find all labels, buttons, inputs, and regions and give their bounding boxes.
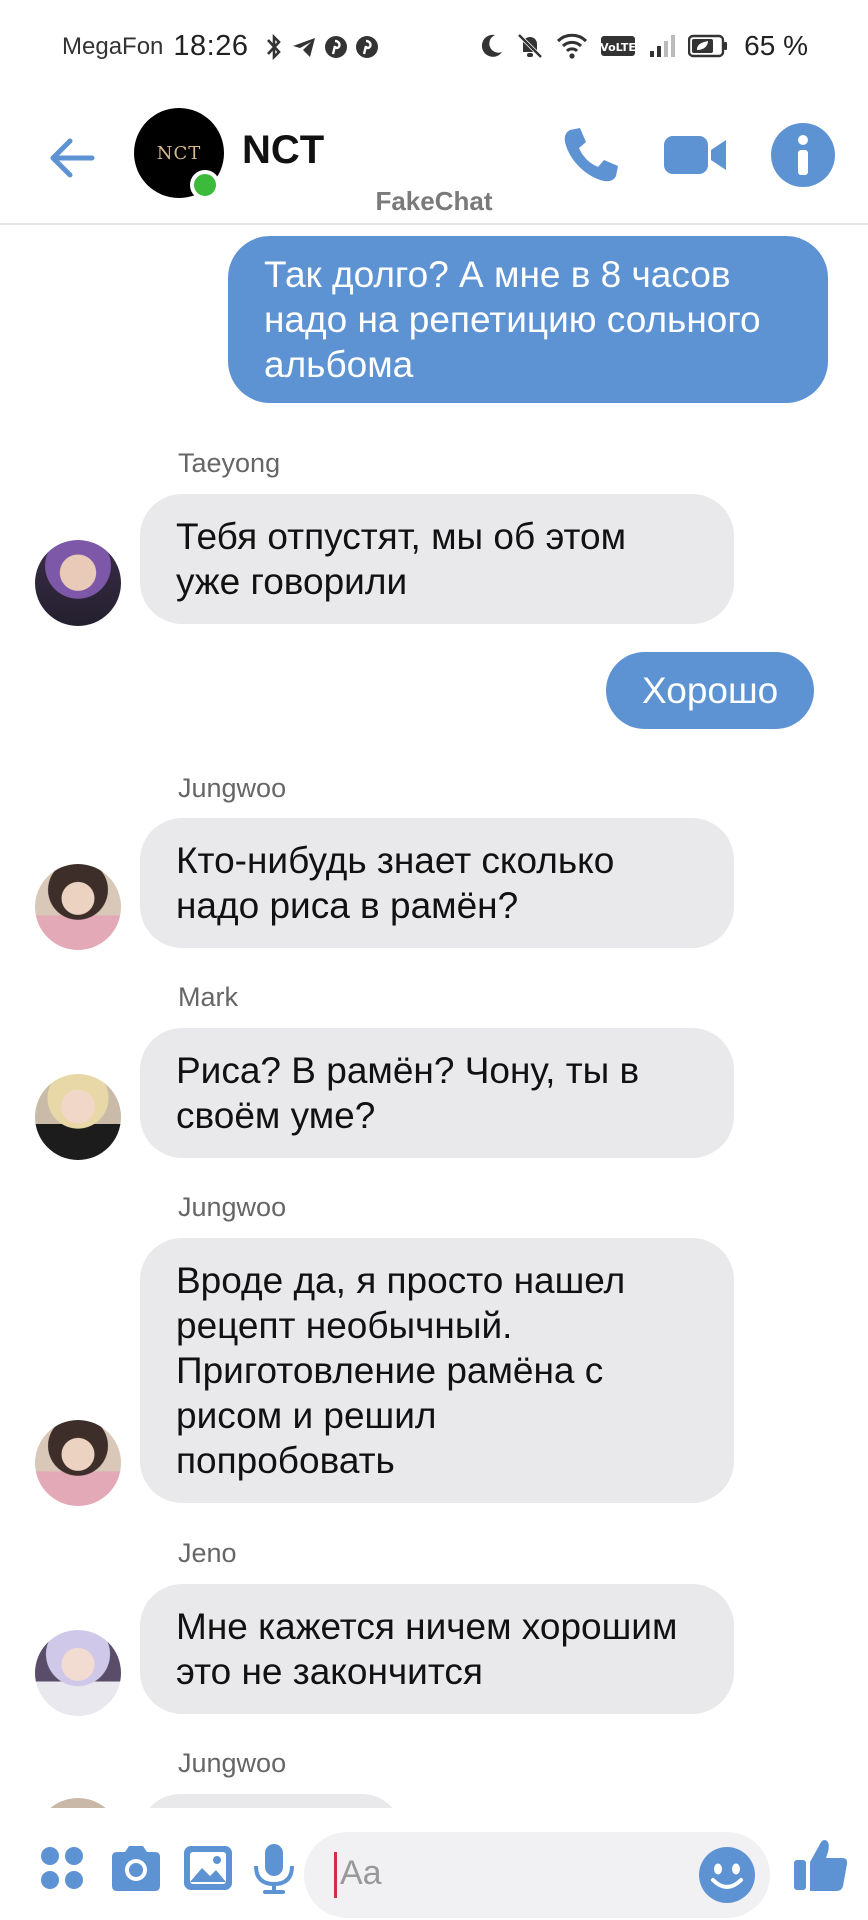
- sender-name: Taeyong: [178, 448, 281, 478]
- camera-icon[interactable]: [108, 1840, 164, 1896]
- volte-icon: VoLTE: [600, 36, 636, 56]
- avatar[interactable]: [35, 1420, 121, 1506]
- telegram-icon: [293, 37, 316, 57]
- text-caret: [334, 1852, 337, 1898]
- pinterest-icon: [356, 35, 379, 58]
- moon-icon: [482, 34, 503, 57]
- info-icon[interactable]: [768, 120, 838, 190]
- avatar[interactable]: [35, 1798, 121, 1808]
- status-time: 18:26: [173, 30, 249, 62]
- apps-grid-icon[interactable]: [34, 1840, 90, 1896]
- message-input-placeholder: Aa: [340, 1854, 382, 1892]
- incoming-message[interactable]: Вроде да, я просто нашел рецепт необычны…: [140, 1238, 734, 1503]
- phone-icon[interactable]: [556, 120, 626, 190]
- muted-bell-icon: [517, 33, 543, 59]
- status-bar: MegaFon 18:26 VoLTE 65 %: [0, 0, 868, 100]
- back-arrow-icon[interactable]: [44, 128, 104, 188]
- battery-percent: 65 %: [744, 30, 808, 61]
- pinterest-icon: [325, 35, 348, 58]
- sender-name: Jeno: [178, 1538, 237, 1568]
- chat-title[interactable]: NCT: [242, 128, 324, 173]
- sender-name: Jungwoo: [178, 773, 287, 803]
- microphone-icon[interactable]: [246, 1840, 302, 1896]
- incoming-message[interactable]: Кто-нибудь знает сколько надо риса в рам…: [140, 818, 734, 948]
- outgoing-message[interactable]: Так долго? А мне в 8 часов надо на репет…: [228, 236, 828, 403]
- avatar[interactable]: [35, 864, 121, 950]
- battery-icon: [688, 34, 728, 58]
- sender-name: Jungwoo: [178, 1192, 287, 1222]
- sender-name: Jungwoo: [178, 1748, 287, 1778]
- wifi-icon: [557, 33, 588, 59]
- message-input[interactable]: Aa: [304, 1832, 770, 1918]
- outgoing-message[interactable]: Хорошо: [606, 652, 815, 729]
- watermark: FakeChat: [375, 186, 493, 216]
- chat-header: NCT NCT FakeChat: [0, 100, 868, 225]
- signal-icon: [650, 35, 676, 57]
- bluetooth-icon: [267, 33, 282, 60]
- incoming-message[interactable]: Мне кажется ничем хорошим это не закончи…: [140, 1584, 734, 1714]
- incoming-message[interactable]: Риса? В рамён? Чону, ты в своём уме?: [140, 1028, 734, 1158]
- incoming-message[interactable]: Тебя отпустят, мы об этом уже говорили: [140, 494, 734, 624]
- svg-text:VoLTE: VoLTE: [600, 41, 636, 54]
- incoming-message[interactable]: [140, 1794, 402, 1808]
- gallery-image-icon[interactable]: [180, 1840, 236, 1896]
- composer-bar: Aa: [0, 1810, 868, 1920]
- avatar[interactable]: [35, 540, 121, 626]
- sender-name: Mark: [178, 982, 238, 1012]
- thumbs-up-icon[interactable]: [790, 1834, 852, 1896]
- carrier-name: MegaFon: [62, 32, 164, 60]
- emoji-icon[interactable]: [698, 1846, 756, 1904]
- video-camera-icon[interactable]: [660, 120, 730, 190]
- avatar[interactable]: [35, 1630, 121, 1716]
- message-list[interactable]: Так долго? А мне в 8 часов надо на репет…: [0, 228, 868, 1808]
- avatar[interactable]: [35, 1074, 121, 1160]
- group-logo: NCT: [156, 142, 202, 164]
